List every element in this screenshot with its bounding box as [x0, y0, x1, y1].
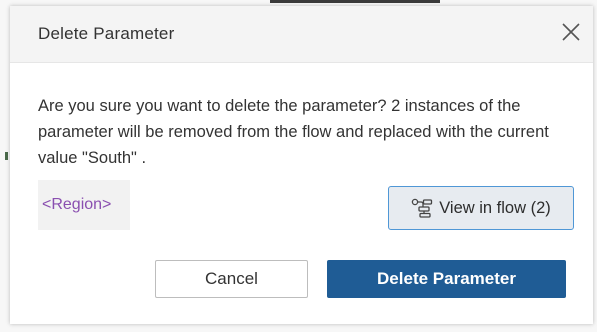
delete-parameter-dialog: Delete Parameter Are you sure you want t… — [10, 6, 593, 324]
parameter-name: <Region> — [42, 196, 112, 213]
confirmation-message: Are you sure you want to delete the para… — [38, 97, 549, 167]
background-window-edge — [270, 0, 440, 3]
parameter-name-chip[interactable]: <Region> — [38, 180, 130, 230]
flow-icon — [411, 198, 433, 218]
view-in-flow-button[interactable]: View in flow (2) — [388, 186, 574, 230]
close-icon — [559, 23, 583, 48]
background-marker — [5, 152, 8, 160]
delete-parameter-button[interactable]: Delete Parameter — [327, 260, 566, 298]
dialog-title: Delete Parameter — [38, 24, 175, 43]
view-in-flow-label: View in flow (2) — [439, 198, 551, 217]
cancel-button[interactable]: Cancel — [155, 260, 308, 298]
close-button[interactable] — [559, 20, 583, 44]
dialog-header: Delete Parameter — [10, 6, 593, 63]
